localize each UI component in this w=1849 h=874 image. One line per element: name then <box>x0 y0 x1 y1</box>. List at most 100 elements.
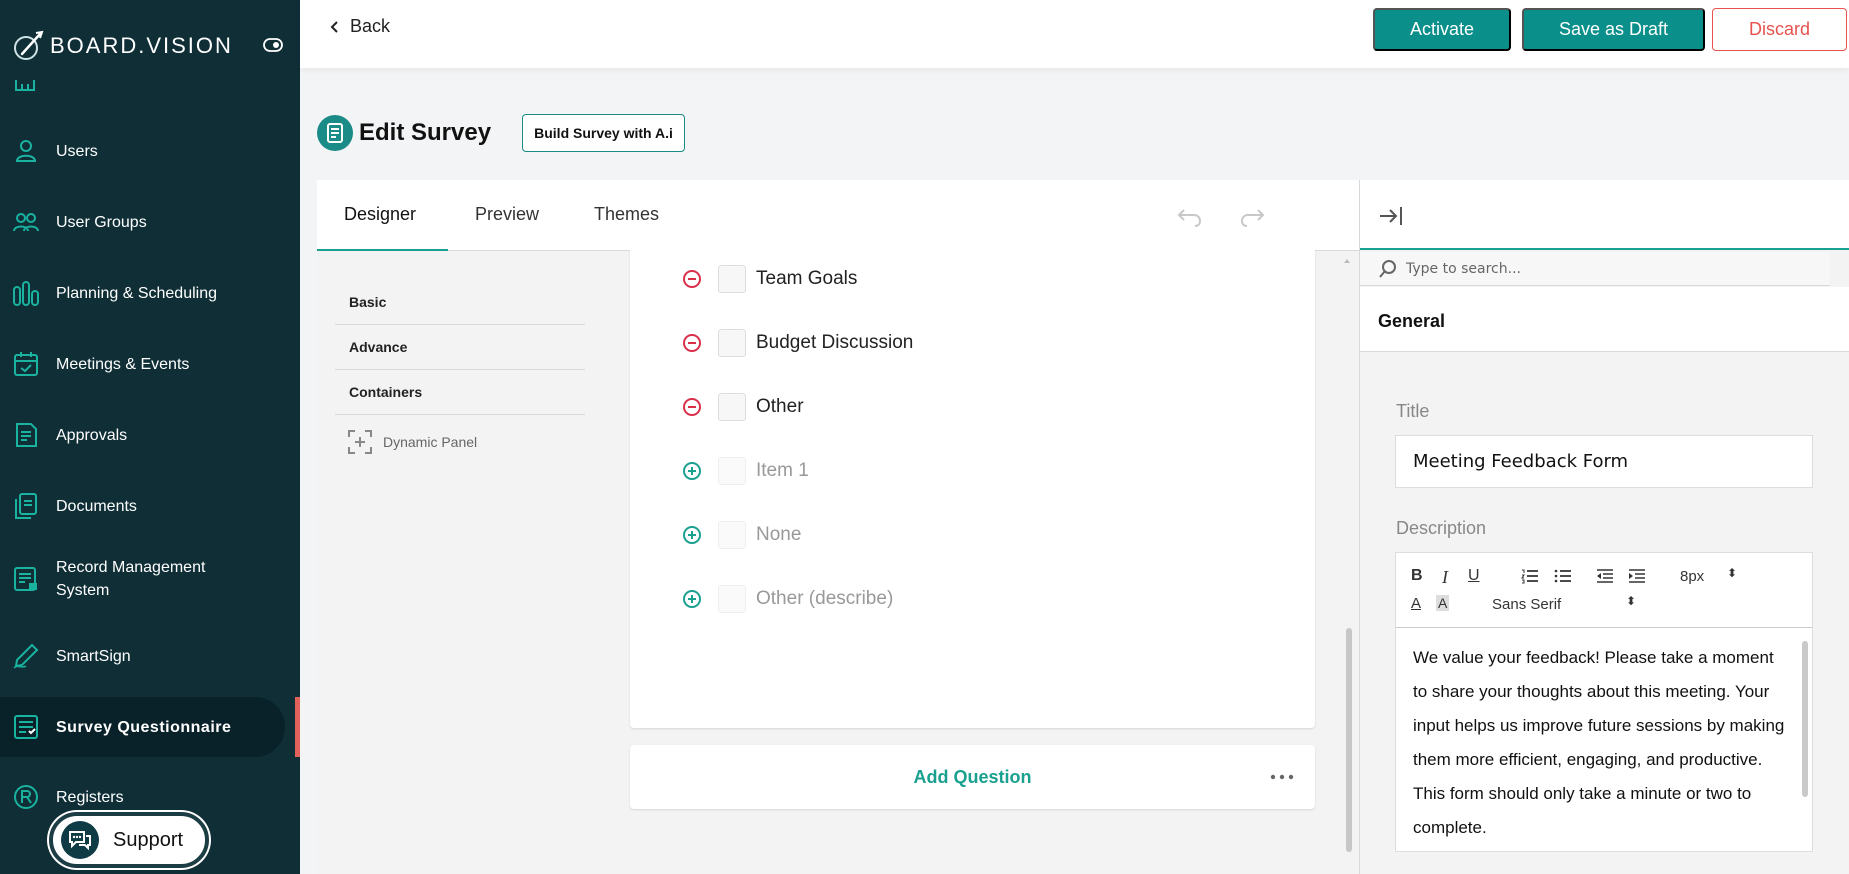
sidebar-item-approvals[interactable]: Approvals <box>0 422 285 448</box>
discard-button[interactable]: Discard <box>1712 8 1847 51</box>
choice-checkbox[interactable] <box>718 393 746 421</box>
chart-bars-icon <box>13 281 39 306</box>
editor-scrollbar[interactable] <box>1802 641 1808 797</box>
add-choice-icon[interactable] <box>682 525 702 545</box>
background-color-icon[interactable]: A <box>1436 595 1450 611</box>
sidebar-item-label: SmartSign <box>56 647 131 665</box>
choice-checkbox[interactable] <box>718 457 746 485</box>
choice-label[interactable]: Budget Discussion <box>756 332 913 354</box>
back-link[interactable]: Back <box>330 16 390 37</box>
chevron-left-icon <box>330 20 338 33</box>
choice-label[interactable]: Team Goals <box>756 268 857 290</box>
property-panel: Type to search... General Title Meeting … <box>1359 180 1849 874</box>
sidebar-item-smartsign[interactable]: SmartSign <box>0 643 285 669</box>
sidebar-item-documents[interactable]: Documents <box>0 493 285 519</box>
search-icon <box>1379 259 1396 278</box>
user-icon <box>15 140 37 162</box>
sidebar-item-label: Documents <box>56 497 137 515</box>
title-input[interactable]: Meeting Feedback Form <box>1395 435 1813 488</box>
remove-choice-icon[interactable] <box>682 333 702 353</box>
choice-item: None <box>682 520 801 550</box>
add-choice-icon[interactable] <box>682 589 702 609</box>
designer-scrollbar[interactable] <box>1346 628 1352 852</box>
build-with-ai-button[interactable]: Build Survey with A.i <box>522 114 685 152</box>
toolbox-category-containers[interactable]: Containers <box>335 370 585 415</box>
toolbox-category-basic[interactable]: Basic <box>335 280 585 325</box>
ordered-list-icon[interactable] <box>1521 568 1539 584</box>
choice-item: Other <box>682 392 804 422</box>
sidebar-item-label: Approvals <box>56 426 128 444</box>
survey-doc-icon <box>317 115 353 151</box>
brand-name: BOARD.VISION <box>50 33 233 58</box>
activate-button[interactable]: Activate <box>1373 8 1511 51</box>
choice-label[interactable]: None <box>756 524 801 546</box>
save-draft-button[interactable]: Save as Draft <box>1522 8 1705 51</box>
sidebar-item-planning[interactable]: Planning & Scheduling <box>0 280 285 306</box>
sidebar-item-users[interactable]: Users <box>0 138 285 164</box>
survey-designer: Designer Preview Themes Basic Advance Co… <box>317 180 1359 874</box>
choice-checkbox[interactable] <box>718 265 746 293</box>
property-search[interactable]: Type to search... <box>1360 252 1830 286</box>
remove-choice-icon[interactable] <box>682 397 702 417</box>
choice-checkbox[interactable] <box>718 329 746 357</box>
tab-preview[interactable]: Preview <box>475 204 539 225</box>
scroll-up-icon[interactable] <box>1343 256 1351 266</box>
choice-item: Budget Discussion <box>682 328 913 358</box>
sidebar-item-registers[interactable]: Registers <box>0 784 285 810</box>
font-family-select[interactable]: Sans Serif <box>1492 596 1561 613</box>
choice-label[interactable]: Other <box>756 396 804 418</box>
support-button[interactable]: Support <box>49 812 209 868</box>
toolbox-category-advance[interactable]: Advance <box>335 325 585 370</box>
chat-icon <box>61 821 99 859</box>
sidebar-item-label: Users <box>56 142 98 160</box>
sidebar-item-label: Registers <box>56 788 124 806</box>
outdent-icon[interactable] <box>1596 568 1614 584</box>
choice-item: Other (describe) <box>682 584 893 614</box>
toolbox: Basic Advance Containers Dynamic Panel <box>335 280 585 469</box>
indent-icon[interactable] <box>1628 568 1646 584</box>
add-question-button[interactable]: Add Question <box>630 767 1315 788</box>
remove-choice-icon[interactable] <box>682 269 702 289</box>
collapse-panel-icon[interactable] <box>1378 204 1404 228</box>
sidebar-item-meetings[interactable]: Meetings & Events <box>0 351 285 377</box>
section-general[interactable]: General <box>1360 287 1849 352</box>
italic-icon[interactable]: I <box>1442 567 1448 588</box>
sidebar-item-user-groups[interactable]: User Groups <box>0 209 285 235</box>
font-family-arrows-icon[interactable]: ⬍ <box>1626 594 1636 608</box>
brand-logo[interactable]: BOARD.VISION <box>10 26 233 66</box>
bold-icon[interactable]: B <box>1411 567 1423 585</box>
search-input[interactable]: Type to search... <box>1406 261 1521 277</box>
choice-checkbox[interactable] <box>718 585 746 613</box>
sidebar-item-records[interactable]: Record Management System <box>0 556 285 602</box>
text-color-icon[interactable]: A <box>1411 595 1421 612</box>
toolbox-item-label: Dynamic Panel <box>383 434 478 450</box>
registered-icon <box>14 785 38 809</box>
bullet-list-icon[interactable] <box>1554 568 1572 584</box>
documents-icon <box>15 493 37 519</box>
description-text[interactable]: We value your feedback! Please take a mo… <box>1396 629 1801 845</box>
choice-checkbox[interactable] <box>718 521 746 549</box>
sidebar-item-survey-questionnaire[interactable]: Survey Questionnaire <box>0 697 285 757</box>
page-title: Edit Survey <box>359 119 492 146</box>
sidebar-toggle-icon[interactable] <box>263 38 283 52</box>
add-question-bar: Add Question <box>630 745 1315 809</box>
redo-icon[interactable] <box>1238 204 1266 228</box>
sidebar-item-label: Survey Questionnaire <box>56 719 232 736</box>
tab-themes[interactable]: Themes <box>594 204 659 225</box>
partial-nav-icon <box>15 80 35 91</box>
tab-designer[interactable]: Designer <box>344 204 416 225</box>
question-card: Team Goals Budget Discussion Other Item … <box>630 250 1315 728</box>
toolbox-item-dynamic-panel[interactable]: Dynamic Panel <box>335 415 585 469</box>
dynamic-panel-icon <box>348 430 372 454</box>
users-icon <box>13 213 39 232</box>
undo-icon[interactable] <box>1176 204 1204 228</box>
choice-label[interactable]: Item 1 <box>756 460 809 482</box>
section-title: General <box>1378 311 1446 331</box>
underline-icon[interactable]: U <box>1468 567 1480 585</box>
pen-icon <box>13 643 39 669</box>
choice-label[interactable]: Other (describe) <box>756 588 893 610</box>
more-options-icon[interactable] <box>1270 774 1294 780</box>
font-size-arrows-icon[interactable]: ⬍ <box>1727 566 1737 580</box>
add-choice-icon[interactable] <box>682 461 702 481</box>
font-size-select[interactable]: 8px <box>1680 568 1704 585</box>
